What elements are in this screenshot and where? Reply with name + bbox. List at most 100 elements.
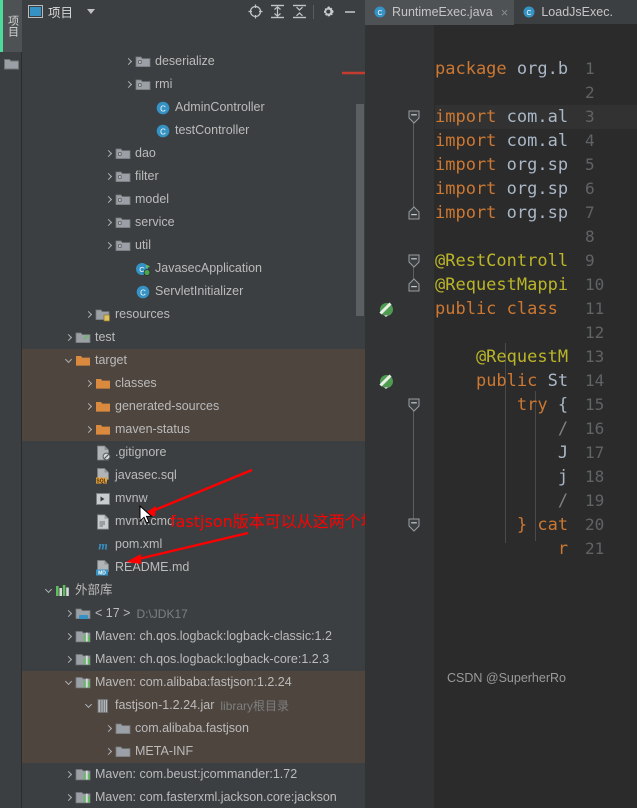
line-number: 19 <box>585 491 605 510</box>
code-line: public class <box>435 299 558 319</box>
tree-row[interactable]: C JavasecApplication <box>22 257 365 280</box>
locate-button[interactable] <box>244 0 266 23</box>
tree-row[interactable]: < 17 > D:\JDK17 <box>22 602 365 625</box>
tree-row-label: javasec.sql <box>115 468 177 483</box>
chevron-right-icon[interactable] <box>62 648 75 671</box>
tree-row[interactable]: Maven: ch.qos.logback:logback-classic:1.… <box>22 625 365 648</box>
line-number: 6 <box>585 179 595 198</box>
run-gutter-icon[interactable] <box>379 302 394 318</box>
line-number: 14 <box>585 371 605 390</box>
project-tool-window: 项目 deserialize rmi C AdminController C t… <box>22 0 365 808</box>
collapse-all-button[interactable] <box>288 0 310 23</box>
tree-row[interactable]: C AdminController <box>22 96 365 119</box>
editor-tab[interactable]: C LoadJsExec. <box>514 0 619 25</box>
chevron-right-icon[interactable] <box>122 73 135 96</box>
project-folder-icon[interactable] <box>4 58 19 70</box>
tree-row[interactable]: target <box>22 349 365 372</box>
tree-row[interactable]: .gitignore <box>22 441 365 464</box>
svg-text:SQL: SQL <box>96 478 106 484</box>
tree-row[interactable]: 外部库 <box>22 579 365 602</box>
tree-row[interactable]: fastjson-1.2.24.jar library根目录 <box>22 694 365 717</box>
tree-row[interactable]: generated-sources <box>22 395 365 418</box>
code-line: import org.sp <box>435 179 569 199</box>
tree-row[interactable]: Maven: com.fasterxml.jackson.core:jackso… <box>22 786 365 808</box>
chevron-right-icon[interactable] <box>82 395 95 418</box>
tree-row[interactable]: rmi <box>22 73 365 96</box>
chevron-right-icon[interactable] <box>62 326 75 349</box>
project-tree-scrollbar[interactable] <box>356 104 364 316</box>
chevron-right-icon[interactable] <box>62 602 75 625</box>
chevron-right-icon[interactable] <box>62 786 75 808</box>
tree-row[interactable]: META-INF <box>22 740 365 763</box>
tree-row[interactable]: Maven: ch.qos.logback:logback-core:1.2.3 <box>22 648 365 671</box>
chevron-right-icon[interactable] <box>122 50 135 73</box>
close-icon[interactable]: × <box>501 5 509 20</box>
stripe-tab-project[interactable]: 项目 <box>0 0 22 52</box>
tree-row[interactable]: mvnw <box>22 487 365 510</box>
tree-row-label: com.alibaba.fastjson <box>135 721 249 736</box>
chevron-right-icon[interactable] <box>82 372 95 395</box>
editor-tab-bar[interactable]: C RuntimeExec.java × C LoadJsExec. <box>365 0 637 25</box>
fold-toggle-icon[interactable] <box>406 393 422 417</box>
line-number: 8 <box>585 227 595 246</box>
chevron-right-icon[interactable] <box>102 740 115 763</box>
chevron-right-icon[interactable] <box>102 717 115 740</box>
tree-row[interactable]: resources <box>22 303 365 326</box>
chevron-right-icon[interactable] <box>102 234 115 257</box>
tree-row[interactable]: test <box>22 326 365 349</box>
settings-button[interactable] <box>317 0 339 23</box>
tree-row-label: fastjson-1.2.24.jar <box>115 698 215 713</box>
code-line: public St <box>475 371 569 391</box>
tree-row-sublabel: library根目录 <box>220 698 290 713</box>
tree-row[interactable]: dao <box>22 142 365 165</box>
minimize-button[interactable] <box>339 0 361 23</box>
tree-row[interactable]: m pom.xml <box>22 533 365 556</box>
code-editor[interactable]: 1 package org.b 2 3 import com.al 4 import com… <box>365 25 637 808</box>
fold-toggle-icon[interactable] <box>406 201 422 225</box>
fold-toggle-icon[interactable] <box>406 249 422 273</box>
tree-row[interactable]: com.alibaba.fastjson <box>22 717 365 740</box>
code-line: j <box>435 467 569 487</box>
chevron-down-icon[interactable] <box>87 9 96 14</box>
java-class-icon: C <box>136 285 150 298</box>
chevron-down-icon[interactable] <box>62 349 75 372</box>
chevron-down-icon[interactable] <box>42 579 55 602</box>
tree-row[interactable]: C ServletInitializer <box>22 280 365 303</box>
tree-row-label: Maven: com.alibaba:fastjson:1.2.24 <box>95 675 292 690</box>
fold-toggle-icon[interactable] <box>406 273 422 297</box>
editor-tab-label: LoadJsExec. <box>541 5 613 19</box>
tree-row[interactable]: model <box>22 188 365 211</box>
fold-toggle-icon[interactable] <box>406 513 422 537</box>
tree-row[interactable]: Maven: com.alibaba:fastjson:1.2.24 <box>22 671 365 694</box>
fold-toggle-icon[interactable] <box>406 105 422 129</box>
chevron-right-icon[interactable] <box>62 763 75 786</box>
tree-row[interactable]: Maven: com.beust:jcommander:1.72 <box>22 763 365 786</box>
tree-row[interactable]: service <box>22 211 365 234</box>
svg-text:C: C <box>527 10 532 17</box>
chevron-right-icon[interactable] <box>102 165 115 188</box>
editor-tab[interactable]: C RuntimeExec.java × <box>365 0 515 25</box>
chevron-down-icon[interactable] <box>82 694 95 717</box>
line-number-gutter <box>365 25 435 808</box>
tree-row[interactable]: maven-status <box>22 418 365 441</box>
chevron-right-icon[interactable] <box>62 625 75 648</box>
tree-row[interactable]: filter <box>22 165 365 188</box>
tree-row-label: target <box>95 353 127 368</box>
tree-row[interactable]: classes <box>22 372 365 395</box>
tree-row[interactable]: CtestController <box>22 119 365 142</box>
chevron-right-icon[interactable] <box>102 142 115 165</box>
tree-row[interactable]: util <box>22 234 365 257</box>
tree-row[interactable]: deserialize <box>22 50 365 73</box>
tree-row-label: Maven: ch.qos.logback:logback-core:1.2.3 <box>95 652 330 667</box>
expand-all-button[interactable] <box>266 0 288 23</box>
run-gutter-icon[interactable] <box>379 374 394 390</box>
chevron-right-icon[interactable] <box>82 303 95 326</box>
chevron-right-icon[interactable] <box>102 211 115 234</box>
chevron-right-icon[interactable] <box>102 188 115 211</box>
code-line: / <box>435 419 569 439</box>
test-folder-icon <box>75 332 91 343</box>
tree-row[interactable]: SQL javasec.sql <box>22 464 365 487</box>
chevron-right-icon[interactable] <box>82 418 95 441</box>
tree-row[interactable]: MD README.md <box>22 556 365 579</box>
chevron-down-icon[interactable] <box>62 671 75 694</box>
